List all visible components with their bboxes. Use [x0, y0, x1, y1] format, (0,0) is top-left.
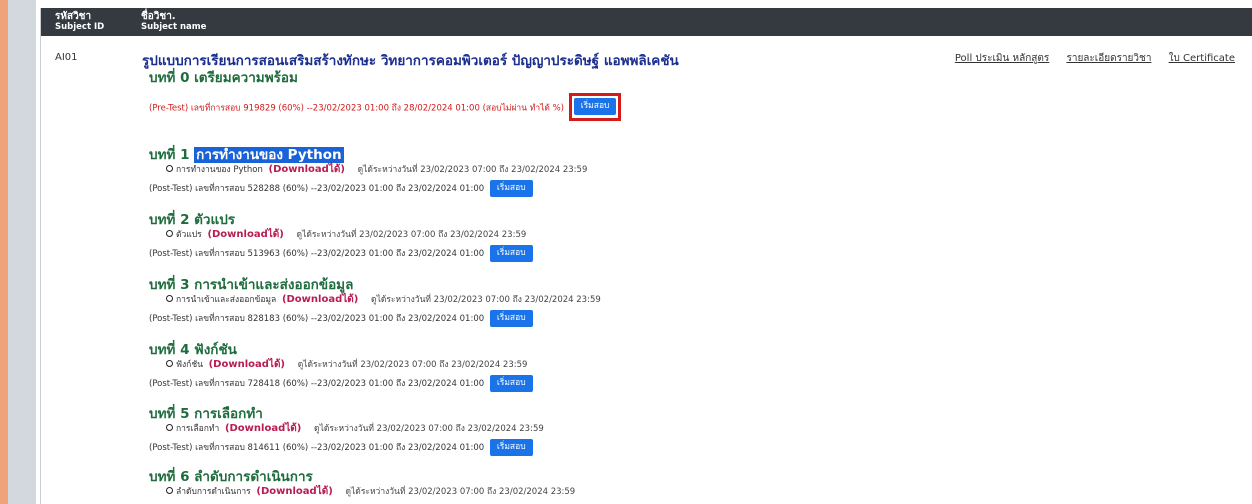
- material-name: การนำเข้าและส่งออกข้อมูล: [176, 295, 277, 305]
- poll-link[interactable]: Poll ประเมิน หลักสูตร: [955, 53, 1049, 64]
- selected-text-highlight: การทำงานของ Python: [194, 147, 344, 163]
- subject-id: AI01: [55, 52, 78, 63]
- material-name: การเลือกทำ: [176, 424, 220, 434]
- subject-table: รหัสวิชา Subject ID ชื่อวิชา. Subject na…: [40, 8, 1252, 504]
- header-subject-id-en: Subject ID: [55, 22, 105, 32]
- subject-title: รูปแบบการเรียนการสอนเสริมสร้างทักษะ วิทย…: [142, 53, 679, 69]
- lesson-material: ลำดับการดำเนินการ (Downloadได้) ดูได้ระห…: [166, 486, 575, 498]
- lesson-0: บทที่ 0 เตรียมความพร้อม (Pre-Test) เลขที…: [149, 70, 622, 122]
- download-link[interactable]: (Downloadได้): [225, 423, 301, 434]
- posttest-line: (Post-Test) เลขที่การสอบ 528288 (60%) --…: [149, 180, 587, 198]
- start-exam-button[interactable]: เริ่มสอบ: [489, 375, 533, 392]
- lesson-material: การทำงานของ Python (Downloadได้) ดูได้ระ…: [166, 164, 587, 176]
- certificate-link[interactable]: ใบ Certificate: [1169, 53, 1235, 64]
- header-subject-id: รหัสวิชา Subject ID: [55, 11, 104, 33]
- posttest-line: (Post-Test) เลขที่การสอบ 728418 (60%) --…: [149, 375, 533, 393]
- material-name: การทำงานของ Python: [176, 165, 263, 175]
- pretest-info: (Pre-Test) เลขที่การสอบ 919829 (60%) --2…: [149, 103, 564, 114]
- lesson-title: บทที่ 3 การนำเข้าและส่งออกข้อมูล: [149, 277, 354, 293]
- material-name: ตัวแปร: [176, 230, 202, 240]
- lesson-title: บทที่ 6 ลำดับการดำเนินการ: [149, 469, 313, 485]
- download-link[interactable]: (Downloadได้): [207, 229, 283, 240]
- bullet-icon: [166, 165, 173, 172]
- left-accent-bar: [0, 0, 8, 504]
- table-header: รหัสวิชา Subject ID ชื่อวิชา. Subject na…: [41, 8, 1252, 36]
- start-exam-button[interactable]: เริ่มสอบ: [489, 439, 533, 456]
- posttest-info: (Post-Test) เลขที่การสอบ 814611 (60%) --…: [149, 443, 485, 453]
- lesson-1: บทที่ 1 การทำงานของ Python การทำงานของ P…: [149, 147, 587, 198]
- posttest-line: (Post-Test) เลขที่การสอบ 513963 (60%) --…: [149, 245, 533, 263]
- lesson-title: บทที่ 4 ฟังก์ชัน: [149, 342, 237, 358]
- lesson-material: ฟังก์ชัน (Downloadได้) ดูได้ระหว่างวันที…: [166, 359, 533, 371]
- bullet-icon: [166, 424, 173, 431]
- posttest-info: (Post-Test) เลขที่การสอบ 528288 (60%) --…: [149, 184, 485, 194]
- course-detail-link[interactable]: รายละเอียดรายวิชา: [1066, 53, 1151, 64]
- bullet-icon: [166, 230, 173, 237]
- posttest-info: (Post-Test) เลขที่การสอบ 728418 (60%) --…: [149, 379, 485, 389]
- posttest-line: (Post-Test) เลขที่การสอบ 814611 (60%) --…: [149, 439, 544, 457]
- lesson-6: บทที่ 6 ลำดับการดำเนินการ ลำดับการดำเนิน…: [149, 469, 575, 498]
- lesson-title: บทที่ 2 ตัวแปร: [149, 212, 236, 228]
- bullet-icon: [166, 487, 173, 494]
- posttest-info: (Post-Test) เลขที่การสอบ 828183 (60%) --…: [149, 314, 485, 324]
- lesson-title: บทที่ 5 การเลือกทำ: [149, 406, 263, 422]
- view-period: ดูได้ระหว่างวันที่ 23/02/2023 07:00 ถึง …: [296, 230, 527, 240]
- material-name: ลำดับการดำเนินการ: [176, 487, 251, 497]
- lesson-title: บทที่ 1 การทำงานของ Python: [149, 147, 587, 163]
- view-period: ดูได้ระหว่างวันที่ 23/02/2023 07:00 ถึง …: [357, 165, 588, 175]
- lesson-title: บทที่ 0 เตรียมความพร้อม: [149, 70, 298, 86]
- posttest-info: (Post-Test) เลขที่การสอบ 513963 (60%) --…: [149, 249, 485, 259]
- lesson-material: การนำเข้าและส่งออกข้อมูล (Downloadได้) ด…: [166, 294, 601, 306]
- download-link[interactable]: (Downloadได้): [282, 294, 358, 305]
- start-exam-button[interactable]: เริ่มสอบ: [573, 98, 617, 115]
- highlight-box: เริ่มสอบ: [568, 93, 622, 121]
- download-link[interactable]: (Downloadได้): [269, 164, 345, 175]
- header-subject-name-th: ชื่อวิชา.: [141, 11, 176, 22]
- lesson-5: บทที่ 5 การเลือกทำ การเลือกทำ (Downloadไ…: [149, 406, 544, 457]
- download-link[interactable]: (Downloadได้): [256, 486, 332, 497]
- start-exam-button[interactable]: เริ่มสอบ: [489, 180, 533, 197]
- table-row: AI01 รูปแบบการเรียนการสอนเสริมสร้างทักษะ…: [41, 36, 1252, 504]
- view-period: ดูได้ระหว่างวันที่ 23/02/2023 07:00 ถึง …: [345, 487, 576, 497]
- start-exam-button[interactable]: เริ่มสอบ: [489, 310, 533, 327]
- lesson-material: ตัวแปร (Downloadได้) ดูได้ระหว่างวันที่ …: [166, 229, 533, 241]
- posttest-line: (Post-Test) เลขที่การสอบ 828183 (60%) --…: [149, 310, 601, 328]
- lesson-number: บทที่ 1: [149, 147, 190, 163]
- lesson-3: บทที่ 3 การนำเข้าและส่งออกข้อมูล การนำเข…: [149, 277, 601, 328]
- bullet-icon: [166, 295, 173, 302]
- header-subject-id-th: รหัสวิชา: [55, 11, 92, 22]
- header-subject-name: ชื่อวิชา. Subject name: [141, 11, 206, 33]
- left-gutter: [8, 0, 36, 504]
- subject-links: Poll ประเมิน หลักสูตร รายละเอียดรายวิชา …: [941, 51, 1235, 66]
- view-period: ดูได้ระหว่างวันที่ 23/02/2023 07:00 ถึง …: [314, 424, 544, 434]
- main-content: รหัสวิชา Subject ID ชื่อวิชา. Subject na…: [36, 0, 1252, 504]
- start-exam-button[interactable]: เริ่มสอบ: [489, 245, 533, 262]
- pretest-line: (Pre-Test) เลขที่การสอบ 919829 (60%) --2…: [149, 93, 622, 122]
- lesson-material: การเลือกทำ (Downloadได้) ดูได้ระหว่างวัน…: [166, 423, 544, 435]
- header-subject-name-en: Subject name: [141, 22, 207, 32]
- lesson-4: บทที่ 4 ฟังก์ชัน ฟังก์ชัน (Downloadได้) …: [149, 342, 533, 393]
- view-period: ดูได้ระหว่างวันที่ 23/02/2023 07:00 ถึง …: [371, 295, 601, 305]
- download-link[interactable]: (Downloadได้): [209, 359, 285, 370]
- lesson-2: บทที่ 2 ตัวแปร ตัวแปร (Downloadได้) ดูได…: [149, 212, 533, 263]
- bullet-icon: [166, 360, 173, 367]
- material-name: ฟังก์ชัน: [176, 360, 203, 370]
- view-period: ดูได้ระหว่างวันที่ 23/02/2023 07:00 ถึง …: [297, 360, 528, 370]
